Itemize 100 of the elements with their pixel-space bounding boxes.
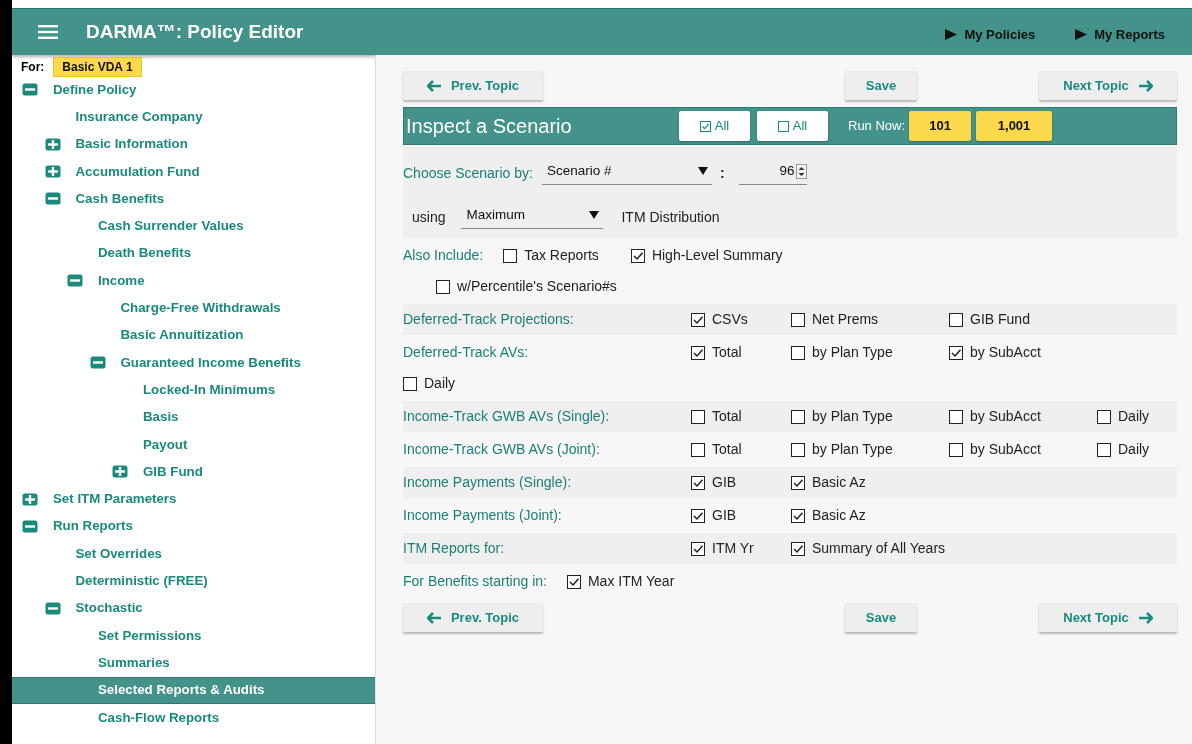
tree-item[interactable]: Basic Information: [12, 130, 375, 158]
checkbox[interactable]: [1097, 409, 1111, 424]
checkbox-label[interactable]: by SubAcct: [970, 439, 1041, 460]
checkbox[interactable]: [949, 409, 963, 424]
checkbox-label[interactable]: Max ITM Year: [587, 571, 675, 592]
checkbox-label[interactable]: GIB: [712, 505, 737, 526]
expand-icon[interactable]: [22, 492, 38, 506]
number-field[interactable]: 96: [738, 160, 807, 186]
tree-item[interactable]: Accumulation Fund: [12, 157, 375, 186]
checkbox-label[interactable]: High-Level Summary: [651, 245, 783, 266]
tree-item[interactable]: Locked-In Minimums: [12, 376, 375, 404]
tree-item[interactable]: Define Policy: [12, 76, 375, 104]
checkbox-label[interactable]: by Plan Type: [812, 342, 893, 363]
checkbox-label[interactable]: Daily: [1118, 406, 1150, 427]
checkbox[interactable]: [791, 345, 805, 360]
collapse-icon[interactable]: [22, 519, 38, 533]
tree-item[interactable]: Deterministic (FREE): [12, 567, 375, 595]
checkbox-label[interactable]: GIB: [712, 472, 737, 493]
prev-topic-button[interactable]: Prev. Topic: [403, 71, 543, 100]
tree-item[interactable]: Cash Benefits: [12, 185, 375, 213]
checkbox[interactable]: [791, 442, 805, 457]
checkbox-label[interactable]: by Plan Type: [812, 406, 893, 427]
clear-all-button[interactable]: All: [757, 111, 828, 141]
run-button[interactable]: 1,001: [976, 111, 1053, 141]
select-all-button[interactable]: All: [679, 111, 750, 141]
tree-item[interactable]: Basic Annuitization: [12, 321, 375, 349]
checkbox-checked[interactable]: [630, 248, 645, 263]
checkbox-label[interactable]: Total: [712, 406, 742, 427]
run-button[interactable]: 101: [909, 111, 972, 141]
tree-item[interactable]: Selected Reports & Audits: [12, 676, 375, 704]
tree-item[interactable]: Set Overrides: [12, 540, 375, 568]
menu-icon[interactable]: [38, 25, 58, 39]
checkbox-label[interactable]: Daily: [424, 373, 456, 394]
collapse-icon[interactable]: [89, 356, 106, 370]
scenario-select[interactable]: Scenario #: [541, 160, 712, 186]
checkbox-checked[interactable]: [691, 475, 705, 490]
tree-item[interactable]: GIB Fund: [12, 458, 375, 486]
checkbox[interactable]: [691, 409, 705, 424]
checkbox-checked[interactable]: [949, 345, 963, 360]
distribution-select[interactable]: Maximum: [461, 204, 604, 230]
checkbox[interactable]: [691, 442, 705, 457]
checkbox-checked[interactable]: [691, 312, 705, 327]
checkbox[interactable]: [791, 409, 805, 424]
checkbox[interactable]: [1097, 442, 1111, 457]
checkbox-label[interactable]: GIB Fund: [970, 309, 1030, 330]
collapse-icon[interactable]: [44, 192, 61, 206]
save-button[interactable]: Save: [845, 71, 917, 100]
checkbox[interactable]: [403, 376, 417, 391]
checkbox-checked[interactable]: [691, 345, 705, 360]
checkbox-label[interactable]: Total: [712, 342, 742, 363]
expand-icon[interactable]: [112, 465, 128, 479]
checkbox[interactable]: [436, 279, 450, 294]
checkbox-label[interactable]: w/Percentile's Scenario#s: [457, 276, 617, 297]
checkbox-label[interactable]: by SubAcct: [970, 342, 1041, 363]
tree-item[interactable]: Stochastic: [12, 594, 375, 622]
checkbox-checked[interactable]: [691, 541, 705, 556]
tree-item[interactable]: Death Benefits: [12, 239, 375, 268]
checkbox-label[interactable]: Total: [712, 439, 742, 460]
checkbox-label[interactable]: Basic Az: [812, 505, 866, 526]
checkbox-checked[interactable]: [691, 508, 705, 523]
checkbox[interactable]: [949, 312, 963, 327]
checkbox[interactable]: [949, 442, 963, 457]
checkbox-checked[interactable]: [791, 475, 805, 490]
expand-icon[interactable]: [44, 137, 61, 151]
tree-item[interactable]: Set Permissions: [12, 621, 375, 650]
collapse-icon[interactable]: [67, 274, 83, 288]
tree-item[interactable]: Set ITM Parameters: [12, 485, 375, 513]
checkbox-label[interactable]: Summary of All Years: [812, 538, 946, 559]
tree-item[interactable]: Income: [12, 267, 375, 295]
tree-item[interactable]: Charge-Free Withdrawals: [12, 294, 375, 322]
collapse-icon[interactable]: [44, 601, 61, 615]
tree-item[interactable]: Cash Surrender Values: [12, 212, 375, 240]
tree-item[interactable]: Guaranteed Income Benefits: [12, 348, 375, 377]
prev-topic-button[interactable]: Prev. Topic: [403, 603, 543, 632]
tree-item[interactable]: Basis: [12, 403, 375, 431]
checkbox-label[interactable]: Basic Az: [812, 472, 866, 493]
tree-item[interactable]: Run Reports: [12, 512, 375, 541]
tree-item[interactable]: Cash-Flow Reports: [12, 703, 375, 732]
checkbox-label[interactable]: Daily: [1118, 439, 1150, 460]
next-topic-button[interactable]: Next Topic: [1039, 71, 1177, 100]
checkbox-checked[interactable]: [791, 541, 805, 556]
checkbox-label[interactable]: CSVs: [712, 309, 748, 330]
nav-link[interactable]: My Reports: [1075, 24, 1165, 45]
collapse-icon[interactable]: [22, 83, 38, 97]
checkbox[interactable]: [503, 248, 518, 263]
checkbox-label[interactable]: by SubAcct: [970, 406, 1041, 427]
checkbox-label[interactable]: Net Prems: [812, 309, 879, 330]
tree-item[interactable]: Payout: [12, 430, 375, 459]
checkbox-checked[interactable]: [791, 508, 805, 523]
nav-link[interactable]: My Policies: [945, 24, 1036, 45]
tree-item[interactable]: Summaries: [12, 649, 375, 677]
next-topic-button[interactable]: Next Topic: [1039, 603, 1177, 632]
checkbox-checked[interactable]: [566, 574, 581, 589]
checkbox-label[interactable]: Tax Reports: [524, 245, 599, 266]
checkbox-label[interactable]: ITM Yr: [712, 538, 754, 559]
tree-item[interactable]: Insurance Company: [12, 103, 375, 131]
checkbox[interactable]: [791, 312, 805, 327]
checkbox-label[interactable]: by Plan Type: [812, 439, 893, 460]
expand-icon[interactable]: [44, 165, 61, 179]
save-button[interactable]: Save: [845, 603, 917, 632]
